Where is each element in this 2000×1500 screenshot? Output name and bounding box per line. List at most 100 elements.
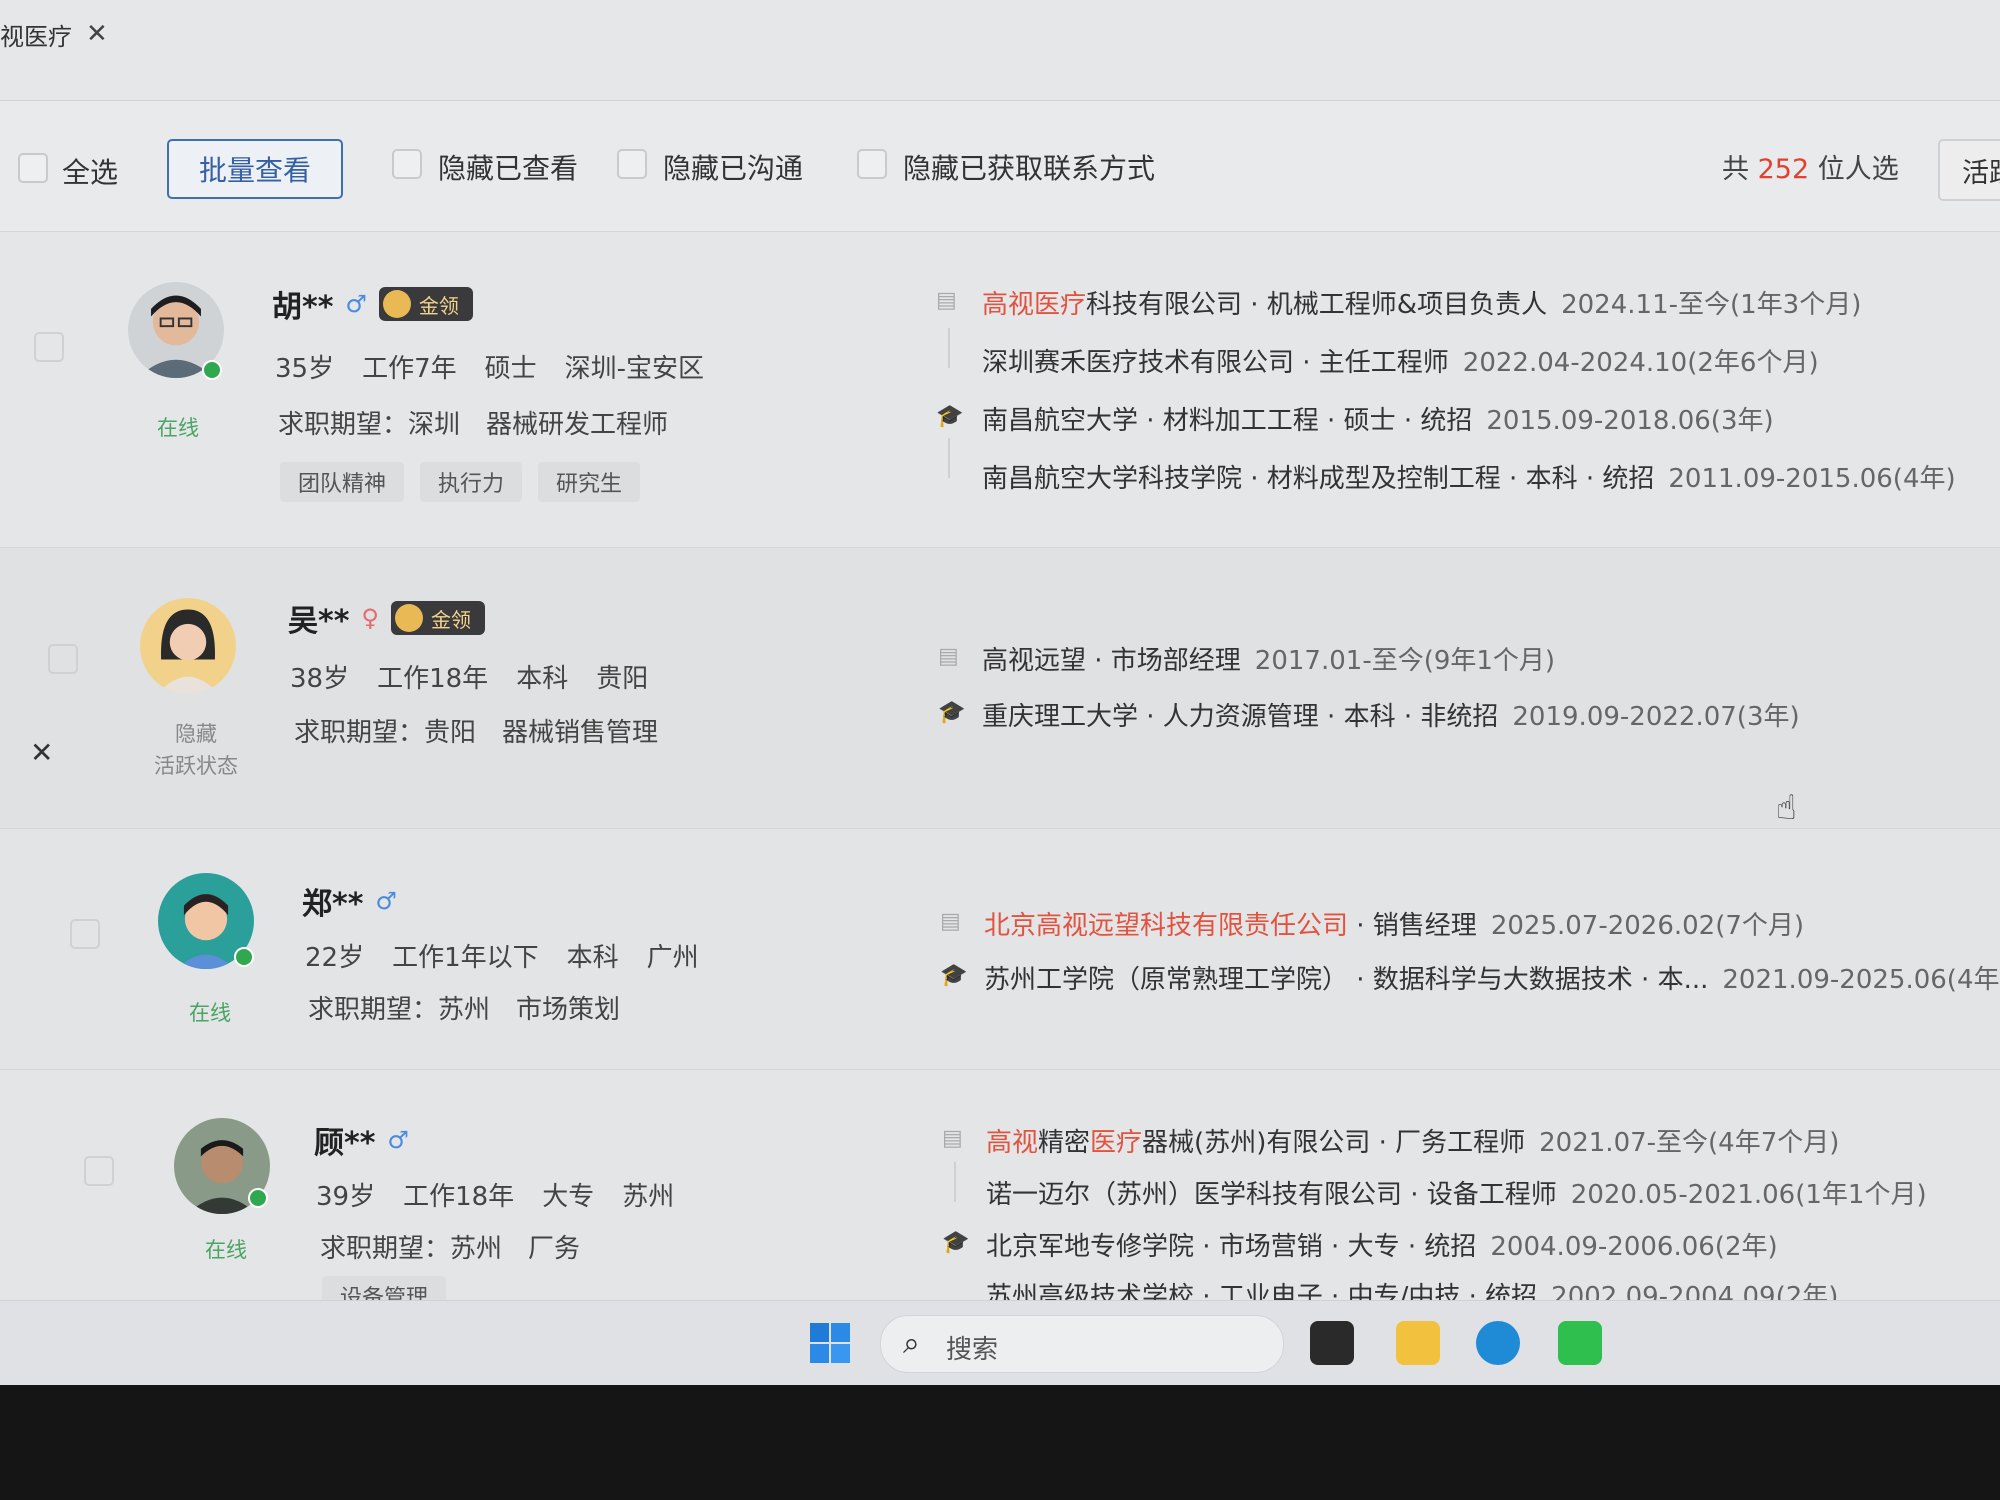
hide-contact-obtained-checkbox[interactable] [857,149,887,179]
candidate-card[interactable]: 在线 郑** ♂ 22岁 工作1年以下 本科 广州 求职期望：苏州 市场策划 ▤ 北京高… [0,829,2000,1070]
tag: 团队精神 [280,462,405,502]
male-icon: ♂ [387,1126,409,1154]
avatar[interactable] [140,598,236,694]
hide-viewed-label[interactable]: 隐藏已查看 [438,147,578,187]
hide-contact-obtained-label[interactable]: 隐藏已获取联系方式 [903,147,1155,187]
work-years: 工作1年以下 [392,943,539,973]
candidate-name-text: 郑** [302,887,364,922]
education-text: 南昌航空大学科技学院 · 材料成型及控制工程 · 本科 · 统招 [982,464,1655,494]
experience-date: 2022.04-2024.10(2年6个月) [1462,348,1819,378]
age: 39岁 [316,1182,376,1212]
activity-filter-button[interactable]: 活跃 [1938,139,2000,201]
experience-text: 深圳赛禾医疗技术有限公司 · 主任工程师 [982,348,1449,378]
work-experience: 高视医疗科技有限公司 · 机械工程师&项目负责人 2024.11-至今(1年3个月… [982,284,1861,321]
female-icon: ♀ [361,604,379,632]
search-placeholder: 搜索 [946,1335,999,1365]
intent-role: 器械销售管理 [502,718,659,748]
intent-city: 苏州 [450,1234,503,1264]
graduation-cap-icon: 🎓 [936,404,964,429]
edge-browser-icon[interactable] [1476,1321,1520,1365]
task-view-icon[interactable] [1310,1321,1354,1365]
taskbar-search[interactable]: ⌕ 搜索 [880,1315,1284,1373]
education-text: 重庆理工大学 · 人力资源管理 · 本科 · 非统招 [982,702,1499,732]
candidate-name[interactable]: 郑** ♂ [302,879,397,923]
intent-city: 贵阳 [424,718,477,748]
education: 北京军地专修学院 · 市场营销 · 大专 · 统招 2004.09-2006.06… [986,1226,1778,1263]
candidate-name[interactable]: 胡** ♂ 金领 [272,282,473,326]
experience-text: · 销售经理 [1348,911,1477,941]
job-intent: 求职期望：深圳 器械研发工程师 [278,404,694,441]
intent-city: 苏州 [438,995,491,1025]
file-explorer-icon[interactable] [1396,1321,1440,1365]
browser-tab[interactable]: 视医疗 ✕ [0,12,108,56]
intent-role: 厂务 [528,1234,581,1264]
age: 35岁 [275,354,335,384]
work-experience: 高视精密医疗器械(苏州)有限公司 · 厂务工程师 2021.07-至今(4年7个月… [986,1122,1839,1159]
tag: 研究生 [538,462,641,502]
company-highlight: 高视医疗 [982,290,1087,320]
job-intent: 求职期望：苏州 市场策划 [308,989,646,1026]
candidate-card[interactable]: 在线 顾** ♂ 39岁 工作18年 大专 苏州 求职期望：苏州 厂务 设备管理 ▤ 高… [0,1070,2000,1316]
education-text: 南昌航空大学 · 材料加工工程 · 硕士 · 统招 [982,406,1473,436]
monitor-bezel [0,1385,2000,1500]
total-count: 252 [1757,154,1810,185]
male-icon: ♂ [345,290,367,318]
candidate-name[interactable]: 吴** ♀ 金领 [288,596,485,640]
app-window: 视医疗 ✕ 全选 批量查看 隐藏已查看 隐藏已沟通 隐藏已获取联系方式 共 25… [0,0,2000,1385]
work-experience: 高视远望 · 市场部经理 2017.01-至今(9年1个月) [982,640,1555,677]
hide-viewed-checkbox[interactable] [392,149,422,179]
close-icon[interactable]: ✕ [86,19,108,49]
gold-collar-badge: 金领 [390,601,485,635]
graduation-cap-icon: 🎓 [942,1230,970,1255]
candidate-name-text: 顾** [314,1126,376,1161]
skill-tags: 团队精神 执行力 研究生 [280,462,641,502]
company-highlight: 医疗 [1090,1128,1143,1158]
experience-text: 高视远望 · 市场部经理 [982,646,1241,676]
wechat-icon[interactable] [1558,1321,1602,1365]
status-line-1: 隐藏 [175,722,217,746]
intent-label: 求职期望： [294,718,425,748]
work-years: 工作18年 [403,1182,515,1212]
candidate-card[interactable]: 隐藏 活跃状态 ✕ 吴** ♀ 金领 38岁 工作18年 本科 贵阳 求职期望：贵阳器… [0,548,2000,829]
experience-text: 精密 [1038,1128,1091,1158]
candidate-checkbox[interactable] [48,644,78,674]
work-experience: 深圳赛禾医疗技术有限公司 · 主任工程师 2022.04-2024.10(2年6个… [982,342,1819,379]
intent-label: 求职期望： [278,410,409,440]
timeline-line [948,328,950,368]
taskbar: ⌕ 搜索 [0,1300,2000,1385]
online-indicator [234,947,254,967]
hidden-activity-status: 隐藏 活跃状态 [146,718,246,782]
tag: 执行力 [420,462,523,502]
experience-date: 2025.07-2026.02(7个月) [1490,911,1805,941]
graduation-cap-icon: 🎓 [938,700,966,725]
male-icon: ♂ [375,887,397,915]
company-highlight: 北京高视远望科技有限责任公司 [984,911,1349,941]
gold-collar-badge: 金领 [378,287,473,321]
online-status: 在线 [189,1001,231,1025]
candidate-checkbox[interactable] [34,332,64,362]
graduation-cap-icon: 🎓 [940,963,968,988]
candidate-checkbox[interactable] [84,1156,114,1186]
intent-role: 器械研发工程师 [486,410,669,440]
select-all-checkbox[interactable] [18,153,48,183]
status-line-2: 活跃状态 [154,754,238,778]
education: 苏州工学院（原常熟理工学院） · 数据科学与大数据技术 · 本... 2021.0… [984,959,2000,996]
candidate-name-text: 吴** [288,604,350,639]
batch-view-button[interactable]: 批量查看 [167,139,343,199]
work-years: 工作18年 [377,664,489,694]
location: 贵阳 [596,664,649,694]
candidate-checkbox[interactable] [70,919,100,949]
age: 38岁 [290,664,350,694]
candidate-name[interactable]: 顾** ♂ [314,1118,409,1162]
select-all-label[interactable]: 全选 [62,151,118,191]
building-icon: ▤ [940,909,961,934]
hide-contacted-checkbox[interactable] [617,149,647,179]
candidate-meta: 38岁 工作18年 本科 贵阳 [290,658,676,695]
tab-title: 视医疗 [0,22,72,51]
dismiss-icon[interactable]: ✕ [30,736,53,769]
education-date: 2004.09-2006.06(2年) [1490,1232,1778,1262]
hide-contacted-label[interactable]: 隐藏已沟通 [663,147,803,187]
intent-label: 求职期望： [320,1234,451,1264]
windows-start-icon[interactable] [808,1321,852,1365]
candidate-card[interactable]: 在线 胡** ♂ 金领 35岁 工作7年 硕士 深圳-宝安区 求职期望：深圳 器械研发工… [0,232,2000,548]
